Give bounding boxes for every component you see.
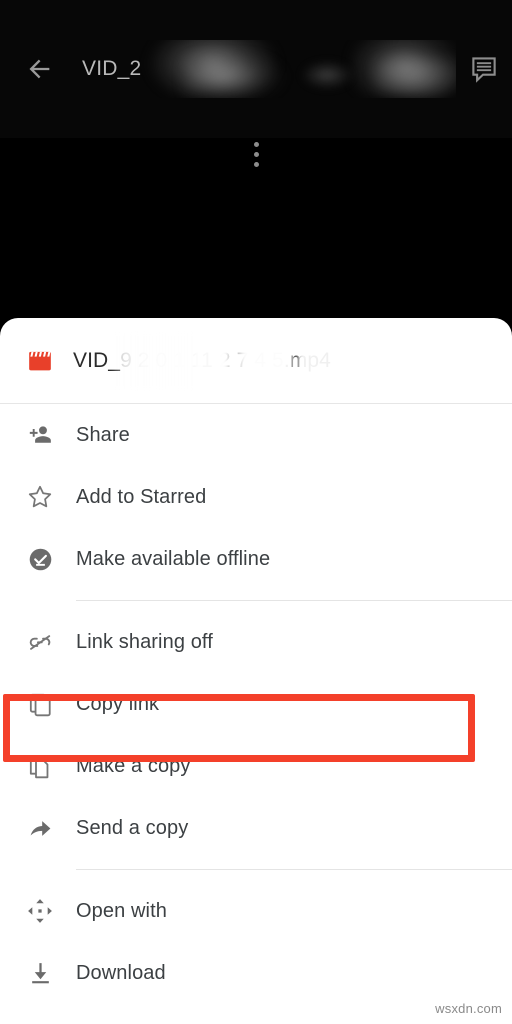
title-blur-smudge	[301, 62, 353, 88]
open-with-icon	[25, 896, 55, 926]
top-app-bar: VID_2	[0, 0, 512, 167]
comment-icon	[469, 54, 499, 84]
menu-item-label: Make a copy	[76, 754, 191, 777]
title-blur-smudge	[184, 56, 284, 98]
menu-item-label: Add to Starred	[76, 485, 207, 508]
app-bar-row: VID_2	[0, 40, 512, 167]
file-name: VID_9 2 0 1 11 2 7 4 5.mp4	[73, 330, 512, 391]
file-name-text: VID_9 2 0 1 11 2 7 4 5.mp4	[73, 348, 331, 372]
menu-divider	[0, 859, 512, 880]
menu-item-label: Link sharing off	[76, 630, 213, 653]
offline-check-icon	[25, 544, 55, 574]
action-menu: Share Add to Starred Make available offl…	[0, 404, 512, 1004]
menu-item-label: Download	[76, 961, 166, 984]
more-vertical-icon	[253, 141, 259, 167]
menu-item-share[interactable]: Share	[0, 404, 512, 466]
menu-item-make-available-offline[interactable]: Make available offline	[0, 528, 512, 590]
menu-item-label: Copy link	[76, 692, 160, 715]
comment-button[interactable]	[456, 41, 512, 97]
menu-item-link-sharing-off[interactable]: Link sharing off	[0, 611, 512, 673]
menu-item-label: Send a copy	[76, 816, 189, 839]
menu-item-copy-link[interactable]: Copy link	[0, 673, 512, 735]
link-off-icon	[25, 627, 55, 657]
menu-item-label: Share	[76, 423, 130, 446]
title-blur-smudge	[374, 58, 456, 98]
menu-item-add-to-starred[interactable]: Add to Starred	[0, 466, 512, 528]
download-icon	[25, 958, 55, 988]
title-blur-smudge	[352, 40, 456, 96]
file-header-row: VID_9 2 0 1 11 2 7 4 5.mp4	[0, 318, 512, 404]
menu-item-label: Open with	[76, 899, 167, 922]
menu-item-open-with[interactable]: Open with	[0, 880, 512, 942]
video-title: VID_2	[74, 40, 456, 98]
screen-root: VID_2 VID_9 2 0 1 11 2 7 4 5.mp4 Share A…	[0, 0, 512, 1024]
menu-item-label: Make available offline	[76, 547, 271, 570]
send-arrow-icon	[25, 813, 55, 843]
title-blur-smudge	[148, 40, 278, 96]
arrow-left-icon	[26, 55, 54, 83]
menu-divider	[0, 590, 512, 611]
menu-item-download[interactable]: Download	[0, 942, 512, 1004]
video-clapperboard-icon	[27, 348, 53, 374]
bottom-sheet: VID_9 2 0 1 11 2 7 4 5.mp4 Share Add to …	[0, 318, 512, 1024]
menu-item-send-a-copy[interactable]: Send a copy	[0, 797, 512, 859]
back-button[interactable]	[12, 41, 68, 97]
star-outline-icon	[25, 482, 55, 512]
menu-item-make-a-copy[interactable]: Make a copy	[0, 735, 512, 797]
watermark: wsxdn.com	[435, 1001, 502, 1016]
copy-link-icon	[25, 689, 55, 719]
video-title-text: VID_2	[82, 57, 142, 80]
file-copy-icon	[25, 751, 55, 781]
overflow-menu-button[interactable]	[0, 126, 512, 182]
person-add-icon	[25, 420, 55, 450]
